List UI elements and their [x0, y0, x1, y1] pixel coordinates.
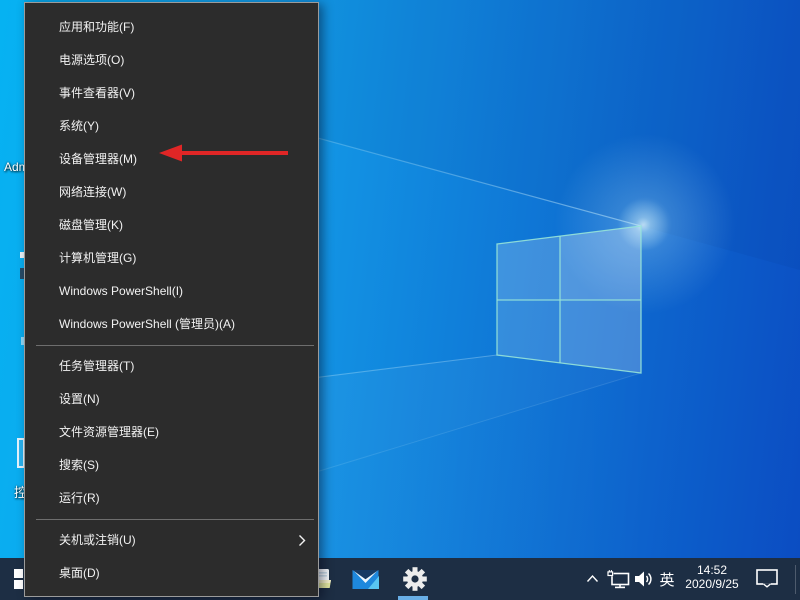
menu-item-label: 设备管理器(M) — [59, 152, 137, 166]
ime-language-indicator[interactable]: 英 — [654, 558, 680, 600]
menu-item-label: 磁盘管理(K) — [59, 218, 123, 232]
mail-icon — [352, 569, 379, 590]
menu-item-label: 应用和功能(F) — [59, 20, 134, 34]
show-desktop-divider[interactable] — [795, 565, 796, 594]
menu-item-label: 电源选项(O) — [59, 53, 124, 67]
menu-item-label: 设置(N) — [59, 392, 100, 406]
mail-button[interactable] — [341, 558, 389, 600]
menu-item-settings[interactable]: 设置(N) — [25, 383, 318, 416]
action-center-button[interactable] — [748, 558, 786, 600]
menu-item-powershell-admin[interactable]: Windows PowerShell (管理员)(A) — [25, 308, 318, 341]
menu-item-label: Windows PowerShell(I) — [59, 284, 183, 298]
menu-item-computer-management[interactable]: 计算机管理(G) — [25, 242, 318, 275]
tray-expand-button[interactable] — [580, 558, 604, 600]
action-center-icon — [756, 569, 778, 589]
menu-item-desktop[interactable]: 桌面(D) — [25, 557, 318, 590]
tray-time: 14:52 — [685, 563, 738, 577]
menu-item-powershell[interactable]: Windows PowerShell(I) — [25, 275, 318, 308]
menu-item-disk-management[interactable]: 磁盘管理(K) — [25, 209, 318, 242]
winx-menu: 应用和功能(F) 电源选项(O) 事件查看器(V) 系统(Y) 设备管理器(M)… — [24, 2, 319, 597]
menu-separator — [36, 345, 314, 346]
menu-separator — [36, 519, 314, 520]
menu-item-search[interactable]: 搜索(S) — [25, 449, 318, 482]
ethernet-network-icon — [607, 570, 630, 589]
network-tray-button[interactable] — [604, 558, 632, 600]
menu-item-label: 网络连接(W) — [59, 185, 126, 199]
volume-tray-button[interactable] — [632, 558, 656, 600]
menu-item-power-options[interactable]: 电源选项(O) — [25, 44, 318, 77]
menu-item-task-manager[interactable]: 任务管理器(T) — [25, 350, 318, 383]
menu-item-label: 系统(Y) — [59, 119, 99, 133]
desktop: Adm 控 — [0, 0, 800, 600]
menu-item-file-explorer[interactable]: 文件资源管理器(E) — [25, 416, 318, 449]
menu-item-label: 文件资源管理器(E) — [59, 425, 159, 439]
red-arrow-annotation — [158, 143, 292, 163]
menu-item-label: 运行(R) — [59, 491, 100, 505]
active-app-indicator — [398, 596, 428, 600]
chevron-up-icon — [586, 574, 599, 584]
menu-item-system[interactable]: 系统(Y) — [25, 110, 318, 143]
menu-item-run[interactable]: 运行(R) — [25, 482, 318, 515]
menu-item-label: 关机或注销(U) — [59, 533, 136, 547]
tray-date: 2020/9/25 — [685, 577, 738, 591]
menu-item-label: 任务管理器(T) — [59, 359, 134, 373]
clock[interactable]: 14:52 2020/9/25 — [680, 558, 744, 600]
submenu-chevron-icon — [298, 534, 306, 547]
menu-item-label: 计算机管理(G) — [59, 251, 136, 265]
menu-item-label: 事件查看器(V) — [59, 86, 135, 100]
menu-item-network-connections[interactable]: 网络连接(W) — [25, 176, 318, 209]
menu-item-event-viewer[interactable]: 事件查看器(V) — [25, 77, 318, 110]
menu-item-label: Windows PowerShell (管理员)(A) — [59, 317, 235, 331]
menu-item-apps-features[interactable]: 应用和功能(F) — [25, 11, 318, 44]
speaker-icon — [635, 571, 654, 587]
settings-gear-icon — [403, 567, 427, 591]
menu-item-label: 搜索(S) — [59, 458, 99, 472]
settings-button[interactable] — [391, 558, 439, 600]
menu-item-shutdown-signout[interactable]: 关机或注销(U) — [25, 524, 318, 557]
menu-item-label: 桌面(D) — [59, 566, 100, 580]
